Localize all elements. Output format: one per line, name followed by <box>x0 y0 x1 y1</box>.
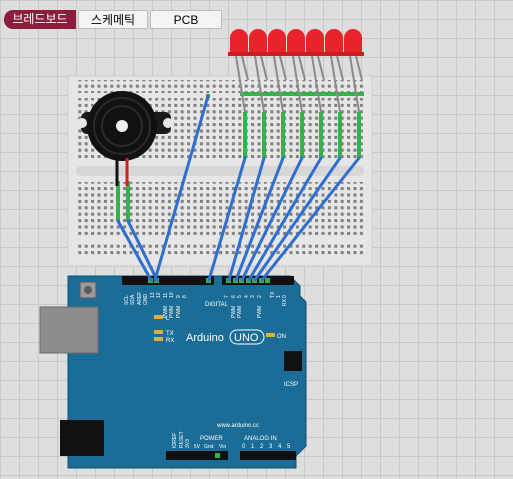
label-3v3: 3V3 <box>185 439 191 448</box>
label-icsp: ICSP <box>284 382 298 388</box>
arduino-uno-board[interactable]: SCL SDA AREF GND 13 12 11 10 9 8 PWM PWM… <box>39 275 307 469</box>
uno-logo-text: UNO <box>234 332 259 344</box>
label-led-rx: RX <box>166 338 174 344</box>
label-led-tx: TX <box>166 331 174 337</box>
usb-connector <box>39 306 99 354</box>
label-analog-in: ANALOG IN <box>244 436 277 442</box>
label-vin: Vin <box>219 444 226 450</box>
label-pwm-5: PWM <box>237 306 243 318</box>
label-pwm-3: PWM <box>257 306 263 318</box>
label-gnd-power: Gnd <box>204 444 214 450</box>
label-ioref: IOREF <box>172 433 178 448</box>
label-digital: DIGITAL <box>205 302 229 308</box>
label-website: www.arduino.cc <box>216 423 259 429</box>
label-pin10: 10 <box>169 292 175 298</box>
arduino-logo-text: Arduino <box>186 332 224 344</box>
analog-header <box>240 451 296 460</box>
label-pin7: 7 <box>224 295 230 298</box>
label-pin8: 8 <box>182 295 188 298</box>
circuit-stage: SCL SDA AREF GND 13 12 11 10 9 8 PWM PWM… <box>39 29 373 469</box>
label-rx-pin: RX <box>282 298 288 306</box>
label-pin2: 2 <box>257 295 263 298</box>
center-channel <box>76 166 364 176</box>
label-pin12: 12 <box>156 292 162 298</box>
icsp-header <box>284 351 302 371</box>
label-pin0: 0 <box>282 295 288 298</box>
label-pin5: 5 <box>237 295 243 298</box>
label-pwm-10: PWM <box>169 306 175 318</box>
label-on: ON <box>277 334 286 340</box>
label-pin3: 3 <box>250 295 256 298</box>
power-rail-bottom <box>78 242 365 255</box>
label-pwm-9: PWM <box>176 306 182 318</box>
label-gnd: GND <box>143 294 149 306</box>
label-5v: 5V <box>194 444 201 450</box>
label-power: POWER <box>200 436 223 442</box>
power-jack <box>60 420 104 456</box>
label-sda: SDA <box>130 294 136 305</box>
